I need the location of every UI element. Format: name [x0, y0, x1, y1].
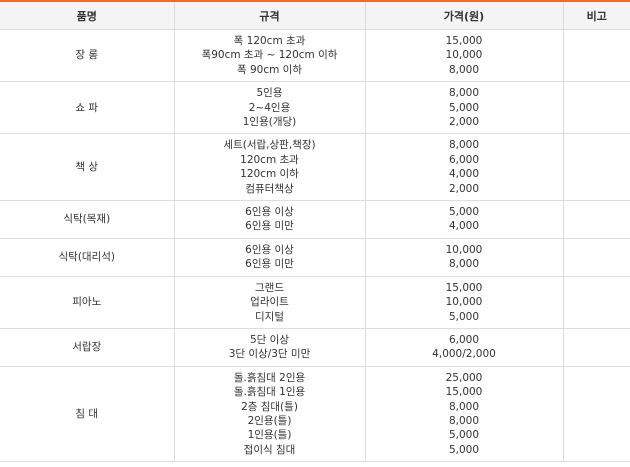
header-price: 가격(원)	[364, 1, 564, 30]
price-cell: 8,000 5,000 2,000	[364, 81, 564, 135]
price-line: 10,000	[445, 296, 483, 309]
price-cell: 10,000 8,000	[364, 237, 564, 277]
spec-line: 폭 90cm 이하	[236, 63, 303, 76]
note-cell	[562, 237, 630, 277]
note-cell	[562, 81, 630, 135]
price-cell: 8,000 6,000 4,000 2,000	[364, 133, 564, 202]
spec-line: 5인용	[256, 87, 283, 100]
spec-cell: 폭 120cm 초과폭90cm 초과 ~ 120cm 이하 폭 90cm 이하	[173, 28, 366, 83]
price-line: 10,000	[445, 49, 483, 62]
header-spec: 규격	[173, 1, 366, 30]
price-line: 15,000	[445, 35, 483, 47]
note-cell	[562, 275, 630, 329]
spec-cell: 5인용 2~4인용 1인용(개당)	[173, 81, 366, 135]
price-line: 2,000	[448, 182, 480, 195]
price-line: 8,000	[448, 63, 480, 76]
spec-line: 그랜드	[255, 281, 284, 294]
table-row: 침 대 돌.흙침대 2인용돌.흙침대 1인용 2층 침대(틀) 2인용(틀) 1인용(틀…	[0, 365, 630, 463]
price-cell: 15,000 10,000 5,000	[364, 275, 564, 329]
price-line: 5,000	[448, 429, 480, 442]
spec-line: 2인용(틀)	[247, 414, 292, 427]
spec-line: 5단 이상	[250, 333, 289, 346]
price-line: 4,000/2,000	[432, 348, 496, 361]
spec-line: 6인용 미만	[245, 220, 294, 233]
price-line: 6,000	[448, 153, 480, 166]
note-cell	[562, 200, 630, 239]
spec-line: 업라이트	[250, 296, 289, 309]
note-cell	[562, 365, 630, 463]
header-note: 비고	[562, 1, 630, 30]
spec-cell: 돌.흙침대 2인용돌.흙침대 1인용 2층 침대(틀) 2인용(틀) 1인용(틀) 접이…	[173, 365, 366, 463]
price-line: 10,000	[445, 243, 483, 256]
spec-line: 1인용(개당)	[242, 116, 297, 129]
price-line: 8,000	[448, 414, 480, 427]
table-body: 장 롱폭 120cm 초과 폭90cm 초과 ~ 120cm 이하 폭 90cm 이…	[0, 28, 630, 463]
spec-line: 폭 120cm 초과	[233, 35, 306, 47]
price-line: 8,000	[448, 139, 480, 152]
spec-line: 3단 이상/3단 미만	[228, 348, 311, 361]
price-line: 5,000	[448, 443, 480, 456]
price-line: 8,000	[448, 258, 480, 271]
table-row: 식탁(목재) 6인용 이상 6인용 미만 5,000 4,000	[0, 200, 630, 239]
note-cell	[562, 28, 630, 83]
price-line: 15,000	[445, 281, 483, 294]
table-row: 서랍장 5단 이상 3단 이상/3단 미만 6,000 4,000/2,000	[0, 327, 630, 367]
table-row: 식탁(대리석) 6인용 이상 6인용 미만 10,000 8,000	[0, 237, 630, 277]
price-line: 4,000	[448, 220, 480, 233]
item-cell: 쇼 파	[0, 81, 175, 135]
spec-cell: 그랜드업라이트 디지털	[173, 275, 366, 329]
table-row: 피아노 그랜드 업라이트 디지털 15,000 10,000 5,000	[0, 275, 630, 329]
spec-line: 6인용 미만	[245, 258, 294, 271]
spec-line: 컴퓨터책상	[245, 182, 294, 195]
note-cell	[562, 327, 630, 367]
header-row: 품명 규격 가격(원) 비고	[0, 1, 630, 30]
price-line: 25,000	[445, 371, 483, 384]
spec-line: 120cm 이하	[240, 168, 299, 181]
spec-line: 돌.흙침대 1인용	[233, 386, 306, 399]
price-cell: 5,000 4,000	[364, 200, 564, 239]
price-line: 8,000	[448, 87, 480, 100]
spec-line: 6인용 이상	[245, 243, 294, 256]
item-cell: 식탁(목재)	[0, 200, 175, 239]
price-line: 6,000	[448, 333, 480, 346]
spec-cell: 5단 이상 3단 이상/3단 미만	[173, 327, 366, 367]
item-cell: 장 롱	[0, 28, 175, 83]
item-cell: 책 상	[0, 133, 175, 202]
price-line: 5,000	[448, 101, 480, 114]
item-cell: 피아노	[0, 275, 175, 329]
spec-cell: 6인용 이상 6인용 미만	[173, 237, 366, 277]
spec-line: 접이식 침대	[243, 443, 296, 456]
spec-line: 폭90cm 초과 ~ 120cm 이하	[201, 49, 338, 62]
price-cell: 15,000 10,000 8,000	[364, 28, 564, 83]
price-line: 15,000	[445, 386, 483, 399]
header-item: 품명	[0, 1, 175, 30]
price-line: 8,000	[448, 400, 480, 413]
table-row: 책 상 세트(서랍,상판,책장) 120cm 초과 120cm 이하 컴퓨터책상 8,00…	[0, 133, 630, 202]
spec-line: 디지털	[255, 310, 284, 323]
item-cell: 침 대	[0, 365, 175, 463]
spec-line: 1인용(틀)	[247, 429, 292, 442]
spec-line: 6인용 이상	[245, 206, 294, 219]
spec-line: 2층 침대(틀)	[241, 400, 298, 413]
spec-cell: 세트(서랍,상판,책장) 120cm 초과 120cm 이하 컴퓨터책상	[173, 133, 366, 202]
price-cell: 6,000 4,000/2,000	[364, 327, 564, 367]
price-line: 5,000	[448, 310, 480, 323]
item-cell: 서랍장	[0, 327, 175, 367]
spec-cell: 6인용 이상 6인용 미만	[173, 200, 366, 239]
spec-line: 120cm 초과	[240, 153, 299, 166]
price-line: 4,000	[448, 168, 480, 181]
fee-table: 품명 규격 가격(원) 비고 장 롱폭 120cm 초과 폭90cm 초과 ~ 1…	[0, 0, 630, 463]
price-cell: 25,000 15,000 8,000 8,000 5,000 5,000	[364, 365, 564, 463]
table-row: 쇼 파 5인용 2~4인용 1인용(개당) 8,000 5,000 2,000	[0, 81, 630, 135]
price-line: 2,000	[448, 116, 480, 129]
spec-line: 세트(서랍,상판,책장)	[223, 139, 316, 152]
table-row: 장 롱폭 120cm 초과 폭90cm 초과 ~ 120cm 이하 폭 90cm 이…	[0, 28, 630, 83]
spec-line: 돌.흙침대 2인용	[233, 371, 306, 384]
spec-line: 2~4인용	[248, 101, 291, 114]
item-cell: 식탁(대리석)	[0, 237, 175, 277]
price-line: 5,000	[448, 206, 480, 219]
note-cell	[562, 133, 630, 202]
